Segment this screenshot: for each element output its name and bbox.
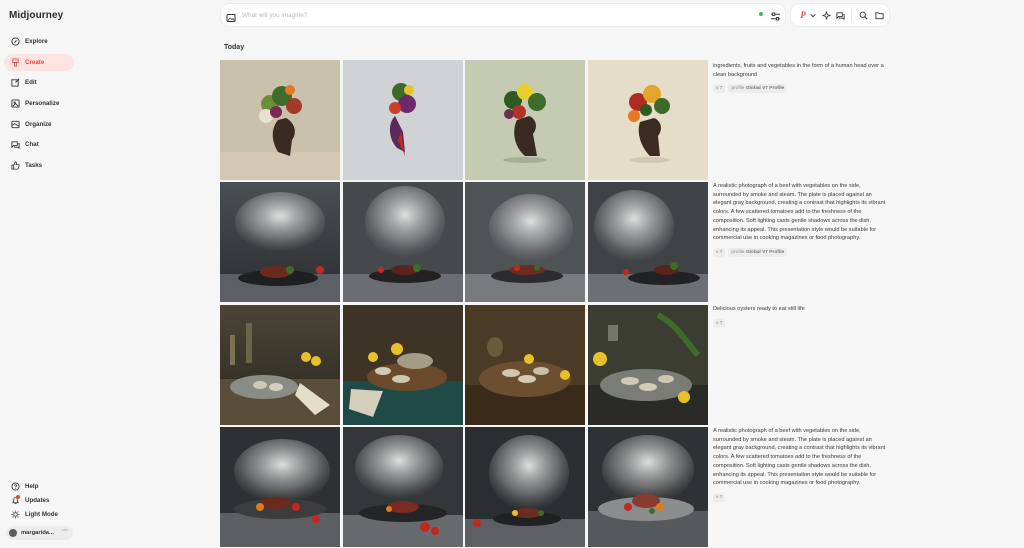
sidebar-item-edit[interactable]: Edit [4, 74, 74, 91]
personalization-icon[interactable]: P [797, 9, 809, 21]
tag-list: v 7 [713, 318, 888, 328]
sidebar-item-label: Edit [25, 79, 37, 87]
sidebar-item-organize[interactable]: Organize [4, 116, 74, 133]
compass-icon [10, 36, 21, 47]
sidebar-item-light-mode[interactable]: Light Mode [4, 507, 74, 521]
thumbs-up-icon [10, 160, 21, 171]
prompt-text[interactable]: A realistic photograph of a beef with ve… [713, 427, 888, 488]
chevron-down-icon[interactable] [809, 9, 817, 21]
bottom-nav: Help Updates Light Mode [4, 479, 74, 521]
profile-tag[interactable]: profile Global V7 Profile [728, 247, 788, 257]
chat-icon [10, 139, 21, 150]
sidebar-item-create[interactable]: Create [4, 53, 74, 71]
tag-value: Global V7 Profile [745, 86, 785, 92]
image-upload-icon[interactable] [226, 10, 236, 22]
image-tile[interactable] [343, 427, 463, 547]
more-icon[interactable]: ··· [62, 528, 68, 534]
sidebar-item-label: Help [25, 482, 39, 490]
sidebar-item-label: Create [25, 58, 45, 66]
image-tile[interactable] [588, 305, 708, 425]
user-menu[interactable]: margarida... ··· [6, 526, 73, 540]
sidebar-item-label: Light Mode [25, 510, 58, 518]
avatar [9, 529, 17, 537]
personalize-icon [10, 98, 21, 109]
folder-icon[interactable] [873, 9, 885, 21]
tag-list: v 7 [713, 492, 888, 502]
sidebar-item-label: Personalize [25, 100, 60, 108]
image-tile[interactable] [588, 60, 708, 180]
prompt-details: Delicious oysters ready to eat still lif… [713, 305, 888, 328]
profile-tag[interactable]: profile Global V7 Profile [728, 84, 788, 94]
chat-bubble-icon[interactable] [834, 9, 846, 21]
user-name: margarida... [21, 530, 54, 536]
tag-prefix: profile [731, 249, 745, 255]
image-tile[interactable] [220, 60, 340, 180]
tag-value: Global V7 Profile [745, 249, 785, 255]
prompt-details: A realistic photograph of a beef with ve… [713, 427, 888, 502]
folder-image-icon [10, 119, 21, 130]
prompt-text[interactable]: Delicious oysters ready to eat still lif… [713, 305, 888, 314]
help-icon [10, 481, 21, 492]
settings-sliders-icon[interactable] [770, 9, 781, 21]
sidebar-item-explore[interactable]: Explore [4, 33, 74, 50]
tag-list: v 7 profile Global V7 Profile [713, 247, 888, 257]
tag-prefix: profile [731, 86, 745, 92]
version-tag[interactable]: v 7 [713, 247, 726, 257]
sidebar-item-tasks[interactable]: Tasks [4, 157, 74, 174]
brush-icon [10, 57, 21, 68]
sidebar-item-label: Organize [25, 120, 52, 128]
sidebar-item-updates[interactable]: Updates [4, 493, 74, 507]
main-nav: Explore Create Edit Personalize Organize… [4, 33, 74, 178]
sidebar-item-label: Tasks [25, 162, 43, 170]
image-tile[interactable] [343, 60, 463, 180]
sidebar-item-label: Updates [25, 496, 50, 504]
app-logo[interactable]: Midjourney [9, 10, 63, 21]
image-tile[interactable] [343, 305, 463, 425]
prompt-text[interactable]: A realistic photograph of a beef with ve… [713, 182, 888, 243]
image-tile[interactable] [220, 427, 340, 547]
sidebar-item-label: Explore [25, 38, 48, 45]
section-title: Today [224, 44, 245, 51]
image-tile[interactable] [220, 305, 340, 425]
sidebar: Midjourney Explore Create Edit Personali… [0, 0, 80, 548]
prompt-details: A realistic photograph of a beef with ve… [713, 182, 888, 257]
search-icon[interactable] [857, 9, 869, 21]
prompt-details: ingredients, fruits and vegetables in th… [713, 62, 888, 94]
sparkle-icon[interactable] [820, 9, 832, 21]
image-tile[interactable] [465, 427, 585, 547]
image-tile[interactable] [465, 60, 585, 180]
prompt-input[interactable] [242, 11, 742, 19]
notification-badge [16, 495, 20, 499]
image-tile[interactable] [465, 182, 585, 302]
image-tile[interactable] [343, 182, 463, 302]
image-tile[interactable] [588, 182, 708, 302]
edit-icon [10, 77, 21, 88]
version-tag[interactable]: v 7 [713, 492, 726, 502]
tag-list: v 7 profile Global V7 Profile [713, 84, 888, 94]
top-toolbar: P [791, 4, 889, 26]
sidebar-item-label: Chat [25, 141, 39, 149]
sidebar-item-help[interactable]: Help [4, 479, 74, 493]
version-tag[interactable]: v 7 [713, 318, 726, 328]
image-tile[interactable] [588, 427, 708, 547]
toolbar-divider [851, 8, 852, 22]
version-tag[interactable]: v 7 [713, 84, 726, 94]
image-tile[interactable] [465, 305, 585, 425]
status-dot [759, 12, 763, 16]
prompt-bar [221, 4, 785, 26]
sidebar-item-personalize[interactable]: Personalize [4, 95, 74, 112]
prompt-text[interactable]: ingredients, fruits and vegetables in th… [713, 62, 888, 79]
sun-icon [10, 509, 21, 520]
sidebar-item-chat[interactable]: Chat [4, 136, 74, 153]
image-tile[interactable] [220, 182, 340, 302]
